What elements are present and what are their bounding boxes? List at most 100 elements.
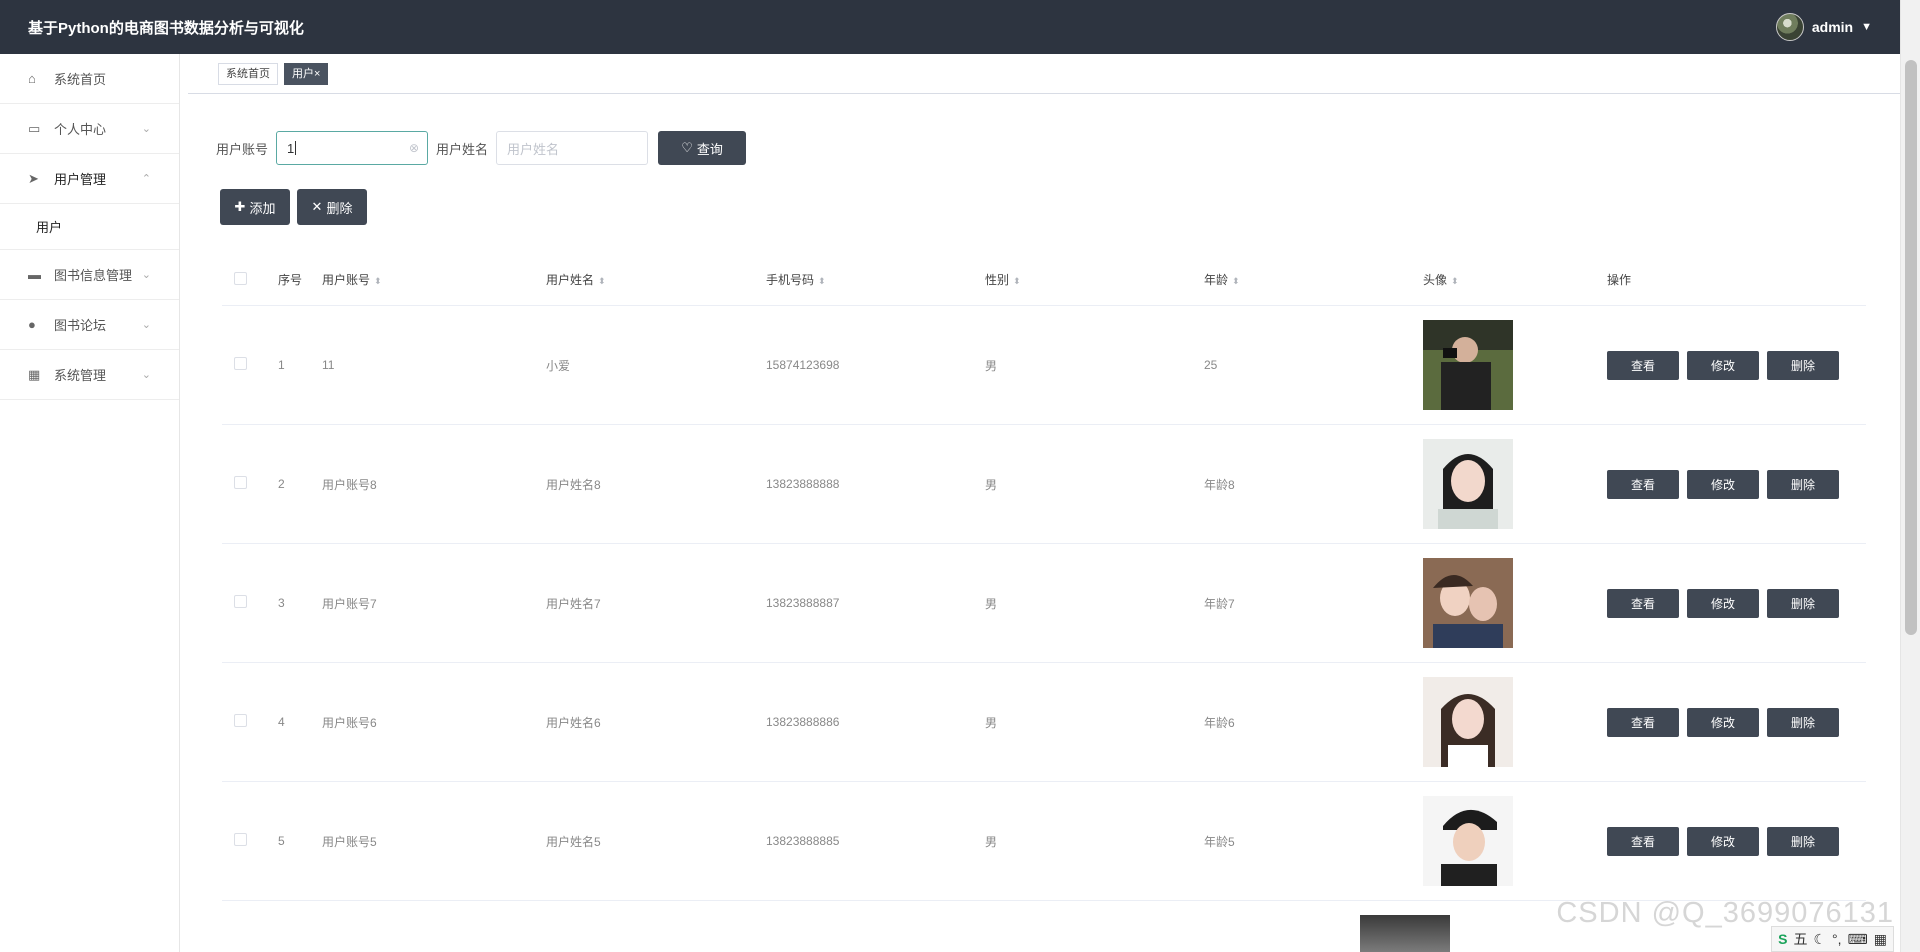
chevron-down-icon: ⌄ [141, 123, 151, 135]
sort-icon[interactable]: ⬍ [1232, 276, 1240, 286]
row-checkbox[interactable] [234, 357, 247, 370]
clear-icon[interactable]: ⊗ [409, 141, 419, 155]
sidebar-item-book-forum[interactable]: ● 图书论坛 ⌄ [0, 300, 179, 350]
sort-icon[interactable]: ⬍ [1451, 276, 1459, 286]
scrollbar-thumb[interactable] [1905, 60, 1917, 635]
avatar-cell [1423, 558, 1603, 648]
avatar-image[interactable] [1423, 677, 1513, 767]
col-age[interactable]: 年龄 ⬍ [1204, 271, 1423, 288]
col-sex[interactable]: 性别 ⬍ [985, 271, 1204, 288]
sidebar-item-home[interactable]: ⌂ 系统首页 [0, 54, 179, 104]
text-cursor [295, 141, 297, 155]
view-button[interactable]: 查看 [1607, 350, 1679, 380]
avatar-cell [1423, 796, 1603, 886]
monitor-icon: ▬ [28, 267, 41, 282]
row-delete-button[interactable]: 删除 [1767, 469, 1839, 499]
row-delete-button[interactable]: 删除 [1767, 707, 1839, 737]
sidebar-subitem-user[interactable]: 用户 [0, 204, 179, 250]
view-button[interactable]: 查看 [1607, 707, 1679, 737]
home-icon: ⌂ [28, 71, 36, 86]
edit-button[interactable]: 修改 [1687, 469, 1759, 499]
card-icon: ▭ [28, 120, 41, 136]
avatar-image[interactable] [1423, 320, 1513, 410]
sidebar-item-personal-center[interactable]: ▭ 个人中心 ⌄ [0, 104, 179, 154]
col-phone[interactable]: 手机号码 ⬍ [766, 271, 985, 288]
sidebar-item-book-info[interactable]: ▬ 图书信息管理 ⌄ [0, 250, 179, 300]
chevron-up-icon: ⌃ [141, 173, 151, 185]
name-label: 用户姓名 [436, 141, 489, 157]
avatar-image[interactable] [1423, 796, 1513, 886]
row-delete-button[interactable]: 删除 [1767, 588, 1839, 618]
top-header: 基于Python的电商图书数据分析与可视化 admin ▼ [0, 0, 1900, 54]
avatar-image[interactable] [1423, 558, 1513, 648]
plus-icon: ✚ [234, 199, 246, 214]
moon-icon: ☾ [1813, 930, 1827, 947]
table-row: 1 11 小爱 15874123698 男 25 查看 修改 删除 [222, 306, 1866, 425]
avatar-image[interactable] [1423, 439, 1513, 529]
send-icon: ➤ [28, 170, 39, 186]
close-icon: ✕ [311, 199, 323, 214]
row-delete-button[interactable]: 删除 [1767, 826, 1839, 856]
person-icon: ● [28, 317, 36, 332]
close-icon[interactable]: × [314, 68, 320, 80]
table-row: 4 用户账号6 用户姓名6 13823888886 男 年龄6 查看 修改 删除 [222, 663, 1866, 782]
col-avatar[interactable]: 头像 ⬍ [1423, 271, 1603, 288]
edit-button[interactable]: 修改 [1687, 350, 1759, 380]
ime-toolbar[interactable]: S 五 ☾ °, ⌨ ▦ [1771, 926, 1894, 952]
row-checkbox[interactable] [234, 476, 247, 489]
row-checkbox[interactable] [234, 714, 247, 727]
keyboard-icon: ⌨ [1847, 930, 1868, 947]
grid-icon: ▦ [1873, 930, 1887, 947]
row-checkbox[interactable] [234, 833, 247, 846]
edit-button[interactable]: 修改 [1687, 826, 1759, 856]
search-form: 用户账号 1 ⊗ 用户姓名 用户姓名 ♡ 查询 [216, 131, 747, 165]
user-table: 序号 用户账号 ⬍ 用户姓名 ⬍ 手机号码 ⬍ 性别 ⬍ 年龄 ⬍ 头像 ⬍ 操作 1 11… [222, 254, 1866, 901]
app-title: 基于Python的电商图书数据分析与可视化 [28, 19, 304, 37]
action-bar: ✚ 添加 ✕ 删除 [220, 189, 367, 225]
col-account[interactable]: 用户账号 ⬍ [322, 271, 546, 288]
sidebar-item-system-management[interactable]: ▦ 系统管理 ⌄ [0, 350, 179, 400]
delete-button[interactable]: ✕ 删除 [297, 189, 367, 225]
table-row: 3 用户账号7 用户姓名7 13823888887 男 年龄7 查看 修改 删除 [222, 544, 1866, 663]
col-operations: 操作 [1607, 273, 1632, 287]
caret-down-icon[interactable]: ▼ [1861, 21, 1872, 33]
chevron-down-icon: ⌄ [141, 269, 151, 281]
sidebar: ⌂ 系统首页 ▭ 个人中心 ⌄ ➤ 用户管理 ⌃ 用户 ▬ 图书信息管理 ⌄ ●… [0, 54, 180, 952]
sort-icon[interactable]: ⬍ [598, 276, 606, 286]
tab-bar: 系统首页 用户× [188, 54, 1900, 94]
table-row: 2 用户账号8 用户姓名8 13823888888 男 年龄8 查看 修改 删除 [222, 425, 1866, 544]
avatar[interactable] [1775, 13, 1804, 41]
sort-icon[interactable]: ⬍ [818, 276, 826, 286]
tab-home[interactable]: 系统首页 [218, 62, 278, 85]
avatar-cell [1423, 439, 1603, 529]
username[interactable]: admin [1812, 19, 1853, 35]
chevron-down-icon: ⌄ [141, 369, 151, 381]
row-checkbox[interactable] [234, 595, 247, 608]
punctuation-icon: °, [1832, 931, 1842, 947]
tab-user[interactable]: 用户× [284, 62, 329, 85]
avatar-image[interactable] [1360, 915, 1450, 952]
main-content: 用户账号 1 ⊗ 用户姓名 用户姓名 ♡ 查询 ✚ 添加 ✕ 删除 序号 用户账号 ⬍… [188, 94, 1900, 952]
grid-icon: ▦ [28, 366, 41, 382]
select-all-checkbox[interactable] [234, 271, 247, 285]
row-delete-button[interactable]: 删除 [1767, 350, 1839, 380]
view-button[interactable]: 查看 [1607, 588, 1679, 618]
col-name[interactable]: 用户姓名 ⬍ [546, 271, 766, 288]
vertical-scrollbar[interactable] [1900, 0, 1920, 952]
view-button[interactable]: 查看 [1607, 826, 1679, 856]
sort-icon[interactable]: ⬍ [1013, 276, 1021, 286]
sort-icon[interactable]: ⬍ [374, 276, 382, 286]
edit-button[interactable]: 修改 [1687, 588, 1759, 618]
edit-button[interactable]: 修改 [1687, 707, 1759, 737]
view-button[interactable]: 查看 [1607, 469, 1679, 499]
add-button[interactable]: ✚ 添加 [220, 189, 290, 225]
avatar-cell [1423, 320, 1603, 410]
sidebar-item-user-management[interactable]: ➤ 用户管理 ⌃ [0, 154, 179, 204]
account-input[interactable]: 1 ⊗ [276, 131, 429, 165]
heart-icon: ♡ [681, 140, 693, 155]
user-menu[interactable]: admin ▼ [1775, 13, 1872, 41]
search-button[interactable]: ♡ 查询 [658, 131, 747, 165]
name-input[interactable]: 用户姓名 [496, 131, 649, 165]
col-index: 序号 [278, 273, 303, 287]
table-header: 序号 用户账号 ⬍ 用户姓名 ⬍ 手机号码 ⬍ 性别 ⬍ 年龄 ⬍ 头像 ⬍ 操作 [222, 254, 1866, 306]
